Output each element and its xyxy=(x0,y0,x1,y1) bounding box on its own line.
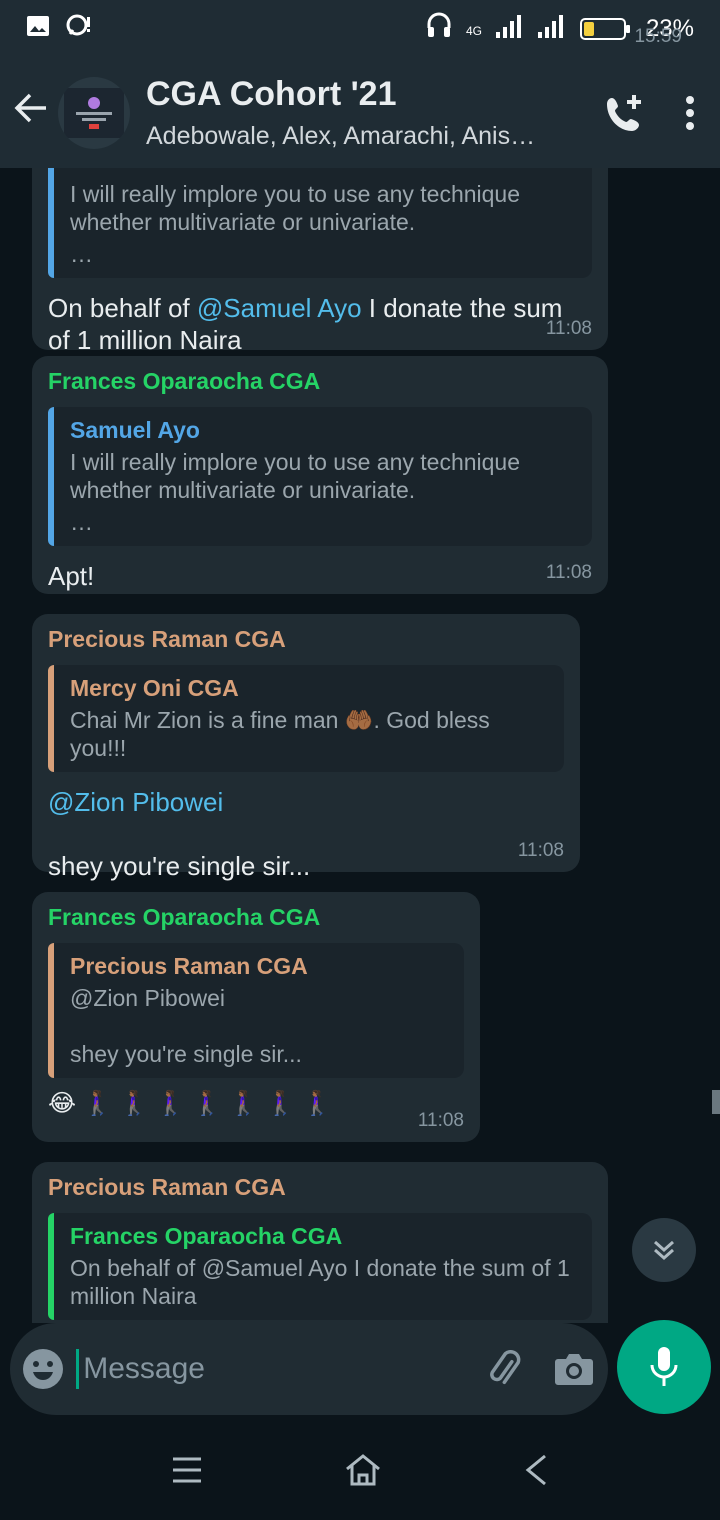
message-text: shey you're single sir... xyxy=(48,851,311,881)
quoted-more: … xyxy=(70,241,93,267)
more-options-icon[interactable] xyxy=(660,95,720,131)
message-composer xyxy=(10,1323,608,1415)
quoted-text: Chai Mr Zion is a fine man 🤲🏾. God bless… xyxy=(70,707,490,761)
status-bar: 15:59 4G 23% xyxy=(0,0,720,58)
message-time: 11:08 xyxy=(545,318,592,339)
message-input[interactable] xyxy=(76,1349,470,1389)
microphone-icon xyxy=(650,1347,678,1386)
headset-icon xyxy=(426,12,452,47)
quoted-sender: Frances Oparaocha CGA xyxy=(70,1223,343,1249)
quoted-sender: Samuel Ayo xyxy=(70,417,200,443)
chat-messages-area[interactable]: I will really implore you to use any tec… xyxy=(0,168,720,1323)
paperclip-icon[interactable] xyxy=(469,1347,540,1391)
message-emojis: 😂 🚶🏾‍♀️ 🚶🏾‍♀️ 🚶🏾‍♀️ 🚶🏾‍♀️ 🚶🏾‍♀️ 🚶🏾‍♀️ 🚶🏾… xyxy=(48,1090,332,1117)
add-call-icon[interactable] xyxy=(590,92,660,134)
scrollbar-thumb[interactable] xyxy=(712,1090,720,1114)
chat-header: CGA Cohort '21 Adebowale, Alex, Amarachi… xyxy=(0,58,720,168)
system-navigation-bar xyxy=(0,1425,720,1520)
quoted-text: @Zion Pibowei xyxy=(70,985,226,1011)
home-icon[interactable] xyxy=(344,1453,382,1492)
quoted-text: I will really implore you to use any tec… xyxy=(70,181,521,235)
message-text: Apt! xyxy=(48,561,95,591)
recent-apps-icon[interactable] xyxy=(171,1455,203,1490)
scroll-to-bottom-button[interactable] xyxy=(632,1218,696,1282)
nav-back-icon[interactable] xyxy=(523,1453,549,1492)
quoted-message[interactable]: I will really implore you to use any tec… xyxy=(48,168,592,278)
chat-participants: Adebowale, Alex, Amarachi, Anis… xyxy=(146,122,536,150)
sender-name: Frances Oparaocha CGA xyxy=(48,368,321,394)
message-bubble[interactable]: Frances Oparaocha CGA Samuel Ayo I will … xyxy=(32,356,608,594)
quoted-more: … xyxy=(70,509,93,535)
microphone-button[interactable] xyxy=(617,1320,711,1414)
quoted-message[interactable]: Samuel Ayo I will really implore you to … xyxy=(48,407,592,546)
network-type: 4G xyxy=(465,23,482,38)
message-bubble[interactable]: I will really implore you to use any tec… xyxy=(32,168,608,355)
chat-bubble-icon xyxy=(66,14,92,45)
quoted-sender: Mercy Oni CGA xyxy=(70,675,239,701)
mention-link[interactable]: @Samuel Ayo xyxy=(197,293,362,323)
sender-name: Precious Raman CGA xyxy=(48,1174,286,1200)
group-avatar[interactable] xyxy=(58,77,130,149)
quoted-text: I will really implore you to use any tec… xyxy=(70,449,521,503)
status-time: 15:59 xyxy=(634,26,682,47)
battery-icon xyxy=(579,18,630,40)
gallery-icon xyxy=(26,15,50,44)
quoted-text: shey you're single sir... xyxy=(70,1041,302,1067)
chat-title: CGA Cohort '21 xyxy=(146,75,397,113)
quoted-message[interactable]: Mercy Oni CGA Chai Mr Zion is a fine man… xyxy=(48,665,564,772)
message-time: 11:08 xyxy=(545,562,592,583)
message-time: 11:08 xyxy=(417,1110,464,1131)
camera-icon[interactable] xyxy=(540,1351,608,1387)
quoted-text: On behalf of @Samuel Ayo I donate the su… xyxy=(70,1255,570,1309)
signal-icon xyxy=(495,14,524,45)
sender-name: Precious Raman CGA xyxy=(48,626,286,652)
message-bubble[interactable]: Precious Raman CGA Mercy Oni CGA Chai Mr… xyxy=(32,614,580,881)
quoted-message[interactable]: Precious Raman CGA @Zion Pibowei shey yo… xyxy=(48,943,464,1078)
sender-name: Frances Oparaocha CGA xyxy=(48,904,321,930)
message-bubble[interactable]: Frances Oparaocha CGA Precious Raman CGA… xyxy=(32,892,480,1142)
message-bubble[interactable]: Precious Raman CGA Frances Oparaocha CGA… xyxy=(32,1162,608,1323)
mention-link[interactable]: @Zion Pibowei xyxy=(48,786,564,818)
message-text: On behalf of @Samuel Ayo I donate the su… xyxy=(48,293,563,355)
signal-icon-2 xyxy=(537,14,566,45)
quoted-message[interactable]: Frances Oparaocha CGA On behalf of @Samu… xyxy=(48,1213,592,1320)
back-arrow-icon[interactable] xyxy=(12,90,62,136)
message-time: 11:08 xyxy=(517,840,564,861)
emoji-icon[interactable] xyxy=(10,1348,76,1390)
chat-title-area[interactable]: CGA Cohort '21 Adebowale, Alex, Amarachi… xyxy=(146,75,590,151)
quoted-sender: Precious Raman CGA xyxy=(70,953,308,979)
